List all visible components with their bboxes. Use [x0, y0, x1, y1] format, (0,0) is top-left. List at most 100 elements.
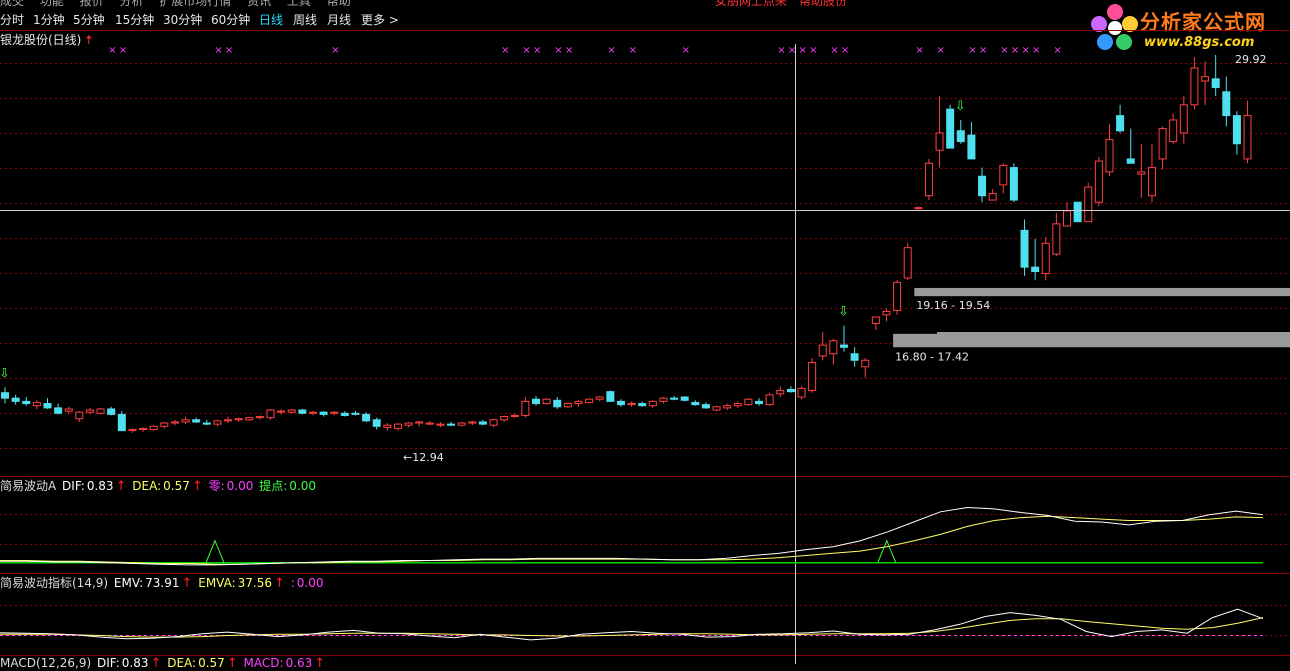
candle-body-55: [585, 398, 594, 403]
low-price-label: ←12.94: [403, 451, 444, 464]
candle-body-43: [457, 422, 466, 426]
candle-body-61: [648, 400, 657, 407]
candle-body-51: [542, 398, 551, 405]
candle-body-65: [691, 401, 700, 406]
candle-body-27: [287, 409, 296, 413]
candle-body-95: [1009, 167, 1018, 201]
candle-body-82: [871, 316, 880, 324]
macd-dif: 0.83: [121, 656, 149, 670]
candle-body-89: [946, 108, 955, 149]
emv-a-point: 0.00: [289, 479, 316, 493]
candle-body-91: [967, 134, 976, 160]
candle-body-85: [903, 247, 912, 279]
signal-cross-9: ×: [565, 45, 573, 56]
candle-body-32: [340, 412, 349, 416]
candle-body-73: [776, 390, 785, 395]
candle-body-45: [478, 421, 487, 425]
candle-body-108: [1147, 167, 1156, 197]
chart-canvas[interactable]: 19.16 - 19.5416.80 - 17.42× × × × × × × × × × × × × ×…: [0, 0, 1290, 664]
candle-body-14: [149, 425, 158, 431]
candle-body-9: [96, 408, 105, 414]
candle-body-4: [43, 403, 52, 409]
candle-body-87: [924, 162, 933, 197]
candle-body-76: [808, 361, 817, 392]
candle-body-54: [574, 400, 583, 405]
candle-body-107: [1137, 171, 1146, 175]
candle-body-57: [606, 391, 615, 402]
signal-cross-18: ×: [841, 45, 849, 56]
candle-body-90: [956, 130, 965, 143]
candle-body-3: [32, 401, 41, 407]
candle-body-84: [893, 281, 902, 311]
candle-body-47: [500, 416, 509, 421]
candle-body-102: [1084, 186, 1093, 223]
candle-body-13: [139, 427, 148, 431]
candle-body-70: [744, 398, 753, 406]
candle-body-116: [1232, 115, 1241, 145]
emv-a-dea: 0.57: [163, 479, 190, 493]
signal-cross-13: ×: [777, 45, 785, 56]
candle-body-53: [563, 403, 572, 408]
candle-body-93: [988, 193, 997, 201]
emv-a-zero: 0.00: [226, 479, 254, 493]
candle-body-16: [170, 421, 179, 424]
candle-body-115: [1222, 91, 1231, 117]
candle-body-17: [181, 419, 190, 423]
candle-body-92: [978, 175, 987, 197]
signal-cross-3: ×: [225, 45, 233, 56]
signal-cross-0: ×: [108, 45, 116, 56]
emv-title: 简易波动指标(14,9): [0, 576, 109, 590]
emv-a-dea-line: [0, 515, 1264, 565]
down-arrow-icon-1: ⇩: [838, 305, 849, 320]
candle-body-11: [117, 413, 126, 432]
signal-cross-6: ×: [522, 45, 530, 56]
candle-body-12: [128, 429, 137, 432]
emva-value: 37.56: [237, 576, 273, 590]
price-zone-box-0: [914, 287, 1290, 297]
down-arrow-icon-0: ⇩: [0, 366, 10, 381]
candle-body-78: [829, 340, 838, 355]
candle-body-39: [415, 421, 424, 424]
candle-body-81: [861, 359, 870, 368]
candle-body-67: [712, 406, 721, 411]
candle-body-23: [245, 417, 254, 421]
candle-body-8: [85, 409, 94, 413]
signal-cross-27: ×: [1053, 45, 1061, 56]
candle-body-104: [1105, 138, 1114, 173]
signal-cross-1: ×: [119, 45, 127, 56]
candle-body-48: [510, 414, 519, 418]
high-price-label: 29.92: [1235, 53, 1267, 66]
candle-body-42: [447, 423, 456, 426]
candle-body-21: [224, 419, 233, 422]
candle-body-37: [393, 423, 402, 429]
candle-body-94: [999, 164, 1008, 186]
candle-body-26: [277, 410, 286, 413]
candle-body-31: [330, 411, 339, 414]
candle-body-117: [1243, 115, 1252, 160]
candle-body-5: [54, 407, 63, 414]
candle-body-109: [1158, 128, 1167, 160]
candle-body-36: [383, 424, 392, 428]
candle-body-69: [733, 403, 742, 407]
signal-cross-4: ×: [331, 45, 339, 56]
candle-body-59: [627, 403, 636, 406]
signal-cross-23: ×: [1000, 45, 1008, 56]
signal-cross-17: ×: [830, 45, 838, 56]
candle-body-75: [797, 387, 806, 398]
candle-body-1: [11, 397, 20, 402]
emv-value: 73.91: [145, 576, 180, 590]
candle-body-46: [489, 419, 498, 426]
candle-body-62: [659, 397, 668, 402]
candle-body-20: [213, 420, 222, 425]
candle-body-74: [786, 388, 795, 393]
candle-body-97: [1031, 266, 1040, 272]
signal-cross-25: ×: [1022, 45, 1030, 56]
candle-body-103: [1094, 160, 1103, 203]
candle-body-30: [319, 411, 328, 415]
candle-body-50: [532, 398, 540, 405]
macd-value: 0.63: [285, 656, 313, 670]
emv-legend: 简易波动指标(14,9) EMV: 73.91 ↑ EMVA: 37.56 ↑ :0.0…: [0, 576, 324, 591]
candle-body-25: [266, 409, 275, 419]
signal-cross-8: ×: [554, 45, 562, 56]
signal-cross-21: ×: [968, 45, 976, 56]
